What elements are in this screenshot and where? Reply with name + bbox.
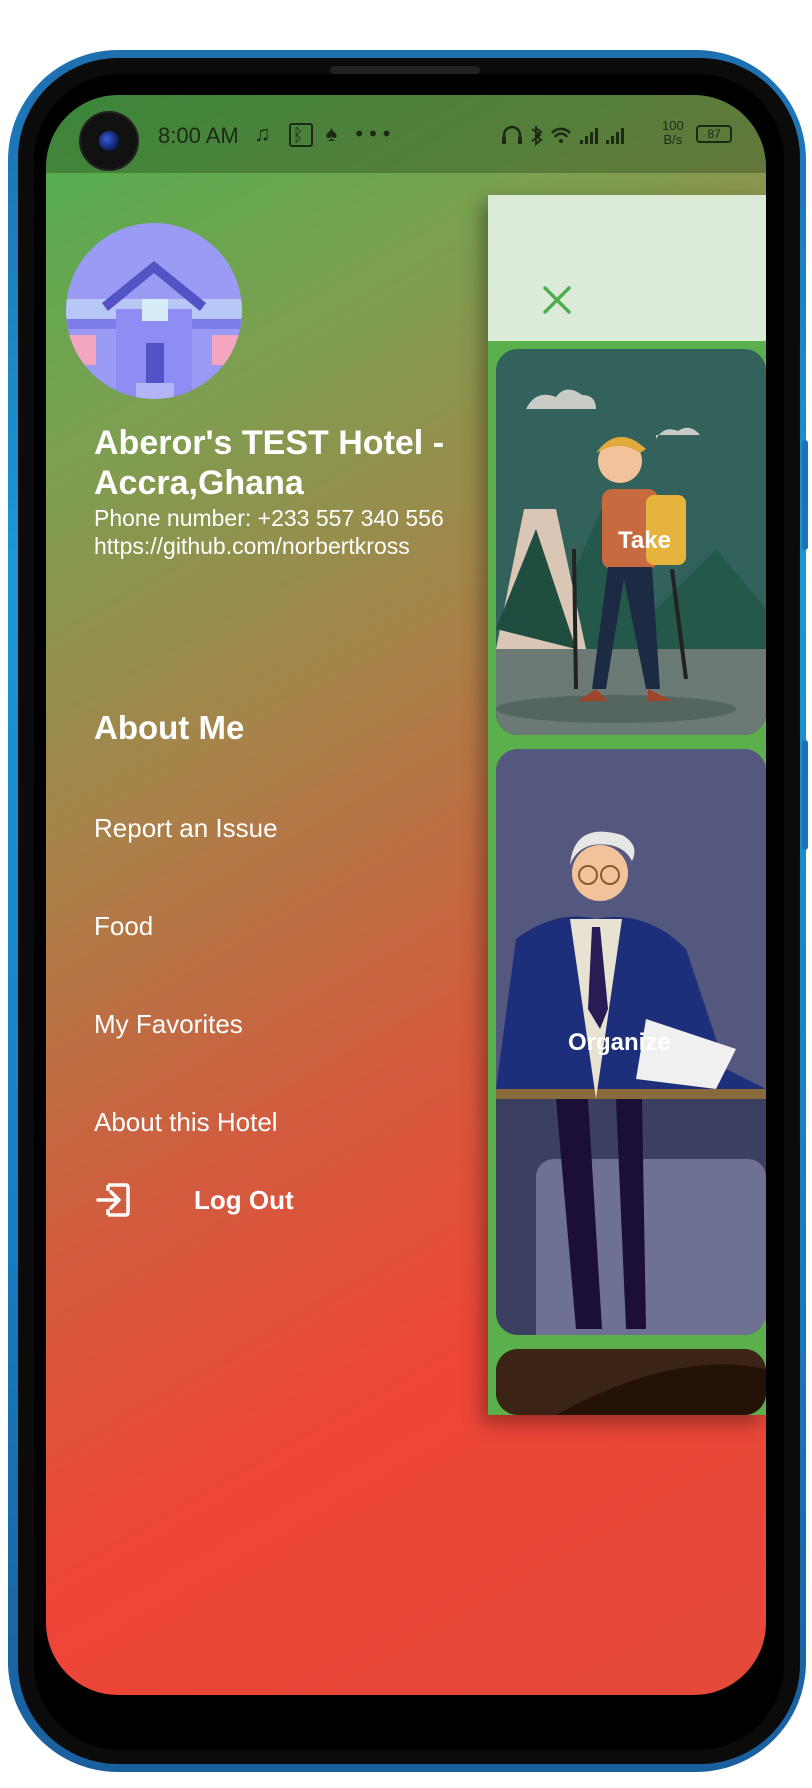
feature-card-take[interactable]: Take — [496, 349, 766, 735]
battery-icon: 87 — [696, 125, 732, 143]
feature-card-partial[interactable] — [496, 1349, 766, 1415]
volume-button — [802, 740, 808, 850]
wifi-icon — [551, 127, 571, 138]
menu-item-my-favorites[interactable]: My Favorites — [94, 1009, 243, 1040]
bluetooth-box-icon: ᛒ — [288, 123, 314, 147]
card-label-take: Take — [618, 527, 671, 554]
navigation-drawer: Aberor's TEST Hotel - Accra,Ghana Phone … — [46, 173, 526, 1695]
status-bar: 8:00 AM ♫ ᛒ ♠ ••• 100 B/s 87 — [46, 95, 766, 173]
hotel-name: Aberor's TEST Hotel - Accra,Ghana — [94, 424, 445, 502]
signal-icon — [580, 128, 598, 144]
status-system-icon-group — [502, 125, 624, 147]
status-notification-icons: ♫ ᛒ ♠ ••• — [254, 121, 396, 147]
bluetooth-icon — [531, 126, 543, 147]
speed-value: 100 — [662, 118, 684, 133]
earpiece-speaker — [330, 66, 480, 74]
more-dots-icon: ••• — [355, 121, 397, 146]
front-camera — [79, 111, 139, 171]
hotel-house-icon — [66, 223, 242, 399]
status-time: 8:00 AM — [158, 123, 239, 148]
hotel-phone: Phone number: +233 557 340 556 — [94, 505, 444, 531]
headphones-icon — [502, 125, 522, 141]
power-button — [802, 440, 808, 550]
main-page-peek: Take Organize — [488, 195, 766, 1415]
music-note-icon: ♫ — [254, 121, 277, 146]
screen: 8:00 AM ♫ ᛒ ♠ ••• 100 B/s 87 Take Organi… — [46, 95, 766, 1695]
hotel-website-link[interactable]: https://github.com/norbertkross — [94, 533, 410, 560]
feature-card-organize[interactable]: Organize — [496, 749, 766, 1335]
battery-level: 87 — [707, 127, 721, 141]
menu-item-report-issue[interactable]: Report an Issue — [94, 813, 278, 844]
partial-card-illustration — [496, 1349, 766, 1415]
status-system-icons — [500, 123, 650, 153]
logout-label: Log Out — [194, 1185, 294, 1215]
menu-item-about-hotel[interactable]: About this Hotel — [94, 1107, 278, 1138]
hotel-avatar — [66, 223, 242, 399]
signal-icon — [606, 128, 624, 144]
menu-item-food[interactable]: Food — [94, 911, 153, 942]
network-speed: 100 B/s — [662, 119, 684, 147]
logout-icon — [96, 1183, 130, 1217]
app-bar — [488, 195, 766, 341]
speed-unit: B/s — [663, 132, 683, 147]
logout-button[interactable]: Log Out — [94, 1179, 354, 1223]
about-me-heading[interactable]: About Me — [94, 709, 244, 747]
close-icon[interactable] — [540, 283, 574, 317]
card-label-organize: Organize — [568, 1029, 671, 1056]
leaf-icon: ♠ — [325, 121, 344, 146]
